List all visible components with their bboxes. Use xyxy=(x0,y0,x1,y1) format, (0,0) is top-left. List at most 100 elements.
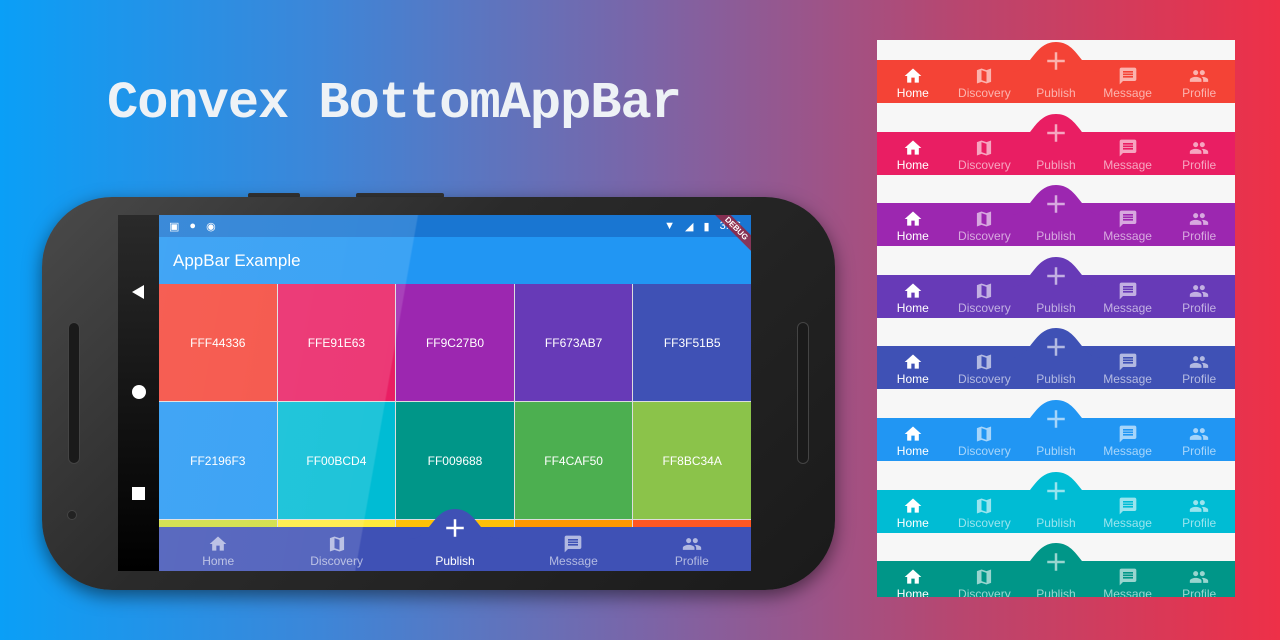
color-cell[interactable]: FF4CAF50 xyxy=(514,402,633,519)
map-icon xyxy=(329,536,344,552)
tab-label: Discovery xyxy=(958,372,1011,387)
tab-home[interactable]: Home xyxy=(159,527,277,571)
tab-profile[interactable]: Profile xyxy=(1163,60,1235,103)
message-icon xyxy=(1119,139,1136,156)
tab-publish[interactable]: Publish xyxy=(1020,52,1092,103)
color-cell[interactable]: FFE91E63 xyxy=(277,284,396,401)
bottom-bar-variant: Home Discovery Publish Message Profile xyxy=(877,398,1235,470)
tab-home[interactable]: Home xyxy=(877,561,949,597)
tab-discovery[interactable]: Discovery xyxy=(949,275,1021,318)
message-icon xyxy=(1119,568,1136,586)
color-cell[interactable]: FF3F51B5 xyxy=(633,284,751,401)
people-icon xyxy=(1190,70,1209,82)
tab-message[interactable]: Message xyxy=(1092,275,1164,318)
convex-bottom-bar: Home Discovery Publish Message Profile xyxy=(877,256,1235,318)
tab-discovery[interactable]: Discovery xyxy=(949,203,1021,246)
color-cell[interactable]: FF8BC34A xyxy=(633,402,751,519)
color-cell[interactable]: FF009688 xyxy=(396,402,514,519)
tab-publish[interactable]: Publish xyxy=(1020,481,1092,533)
speaker-right xyxy=(797,322,809,464)
home-icon xyxy=(904,426,922,441)
tab-home[interactable]: Home xyxy=(877,490,949,533)
convex-bottom-bar: Home Discovery Publish Message Profile xyxy=(877,113,1235,175)
tab-label: Publish xyxy=(435,554,475,568)
color-cell[interactable]: FF9C27B0 xyxy=(396,284,514,401)
tab-profile[interactable]: Profile xyxy=(1163,561,1235,597)
map-icon xyxy=(977,498,992,514)
map-icon xyxy=(977,283,992,299)
tab-message[interactable]: Message xyxy=(514,527,632,571)
tab-label: Home xyxy=(896,587,929,597)
tab-publish[interactable]: Publish xyxy=(1020,195,1092,246)
tab-label: Home xyxy=(896,86,929,100)
tab-profile[interactable]: Profile xyxy=(1163,132,1235,175)
tab-message[interactable]: Message xyxy=(1092,561,1164,597)
tab-label: Message xyxy=(549,554,598,568)
tab-home[interactable]: Home xyxy=(877,60,949,103)
home-circle-icon[interactable] xyxy=(132,385,146,399)
tab-discovery[interactable]: Discovery xyxy=(949,418,1021,461)
bottom-bar-variants: Home Discovery Publish Message Profile Home Di… xyxy=(877,40,1235,597)
tab-discovery[interactable]: Discovery xyxy=(277,527,395,571)
tab-profile[interactable]: Profile xyxy=(1163,275,1235,318)
tab-home[interactable]: Home xyxy=(877,346,949,389)
tab-message[interactable]: Message xyxy=(1092,60,1164,103)
tab-message[interactable]: Message xyxy=(1092,203,1164,246)
speaker-left xyxy=(68,322,80,464)
people-icon xyxy=(1190,571,1209,583)
recents-icon[interactable] xyxy=(132,487,145,500)
color-cell[interactable]: FF00BCD4 xyxy=(277,402,396,519)
color-cell[interactable]: FFF44336 xyxy=(159,284,277,401)
tab-discovery[interactable]: Discovery xyxy=(949,490,1021,533)
tab-label: Home xyxy=(202,554,235,568)
map-icon xyxy=(977,426,992,442)
tab-publish[interactable]: Publish xyxy=(1020,338,1092,389)
tab-publish[interactable]: Publish xyxy=(396,519,514,571)
home-icon xyxy=(904,354,922,370)
tab-profile[interactable]: Profile xyxy=(1163,346,1235,389)
tab-home[interactable]: Home xyxy=(877,275,949,318)
tab-message[interactable]: Message xyxy=(1092,418,1164,461)
tab-label: Publish xyxy=(1036,372,1076,387)
tab-profile[interactable]: Profile xyxy=(1163,490,1235,533)
tab-profile[interactable]: Profile xyxy=(1163,203,1235,246)
tab-label: Discovery xyxy=(958,443,1011,458)
tab-publish[interactable]: Publish xyxy=(1020,553,1092,597)
tab-message[interactable]: Message xyxy=(1092,490,1164,533)
convex-bottom-bar: Home Discovery Publish Message Profile xyxy=(877,328,1235,390)
app-bar: AppBar Example xyxy=(159,237,751,284)
color-cell[interactable]: FF673AB7 xyxy=(514,284,633,401)
tab-publish[interactable]: Publish xyxy=(1020,123,1092,175)
tab-home[interactable]: Home xyxy=(877,418,949,461)
tab-message[interactable]: Message xyxy=(1092,132,1164,175)
tab-discovery[interactable]: Discovery xyxy=(949,132,1021,175)
tab-message[interactable]: Message xyxy=(1092,346,1164,389)
tab-label: Message xyxy=(1103,229,1152,244)
bottom-bar-variant: Home Discovery Publish Message Profile xyxy=(877,183,1235,255)
people-icon xyxy=(682,538,701,550)
tab-label: Message xyxy=(1103,157,1152,172)
tab-home[interactable]: Home xyxy=(877,203,949,246)
tab-publish[interactable]: Publish xyxy=(1020,410,1092,461)
tab-label: Home xyxy=(896,443,929,458)
tab-label: Publish xyxy=(1036,229,1076,244)
tab-profile[interactable]: Profile xyxy=(633,527,751,571)
tab-discovery[interactable]: Discovery xyxy=(949,346,1021,389)
tab-home[interactable]: Home xyxy=(877,132,949,175)
home-icon xyxy=(904,68,922,83)
tab-publish[interactable]: Publish xyxy=(1020,267,1092,318)
tab-discovery[interactable]: Discovery xyxy=(949,60,1021,103)
tab-label: Discovery xyxy=(958,157,1011,172)
tab-label: Home xyxy=(896,157,929,172)
tab-discovery[interactable]: Discovery xyxy=(949,561,1021,597)
tab-label: Discovery xyxy=(958,86,1011,100)
tab-profile[interactable]: Profile xyxy=(1163,418,1235,461)
color-cell[interactable]: FF2196F3 xyxy=(159,402,277,519)
tab-label: Discovery xyxy=(958,300,1011,315)
bottom-bar-variant: Home Discovery Publish Message Profile xyxy=(877,255,1235,327)
add-icon xyxy=(1047,338,1065,357)
add-icon xyxy=(1047,123,1065,142)
back-icon[interactable] xyxy=(132,285,144,299)
map-icon xyxy=(977,211,992,227)
tab-label: Message xyxy=(1103,86,1152,100)
